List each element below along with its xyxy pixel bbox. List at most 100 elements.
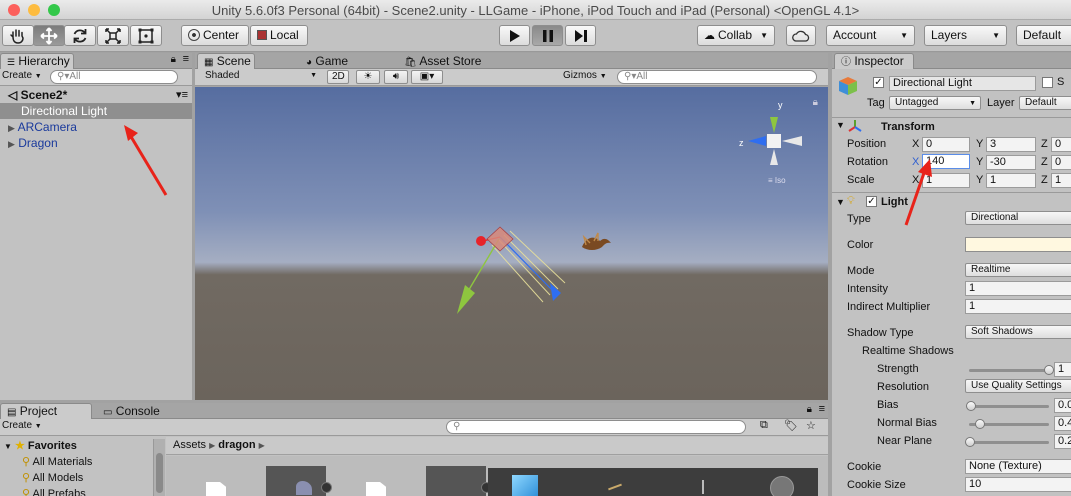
- normal-bias-slider-handle[interactable]: [974, 419, 985, 429]
- project-search-input[interactable]: ⚲: [446, 420, 746, 434]
- panel-menu-icon[interactable]: ≡: [183, 53, 189, 65]
- account-dropdown[interactable]: Account ▼: [826, 25, 915, 46]
- project-create-dropdown[interactable]: Create ▼: [2, 420, 42, 431]
- tab-hierarchy[interactable]: ☰ Hierarchy: [0, 53, 74, 69]
- toggle-2d-button[interactable]: 2D: [327, 70, 349, 84]
- cloud-services-button[interactable]: [786, 25, 816, 46]
- position-y-field[interactable]: 3: [986, 137, 1036, 152]
- near-plane-slider-track[interactable]: [969, 441, 1049, 444]
- light-color-swatch[interactable]: [965, 237, 1071, 252]
- tag-dropdown[interactable]: Untagged ▼: [889, 96, 981, 110]
- rect-tool-button[interactable]: [130, 25, 162, 46]
- expand-arrow-icon[interactable]: ▶: [8, 123, 15, 133]
- mesh-cube-icon[interactable]: [512, 475, 538, 496]
- scene-root-row[interactable]: ◁ Scene2* ▾≡: [0, 87, 192, 103]
- favorite-item-all-materials[interactable]: ⚲ All Materials: [22, 455, 92, 468]
- filter-by-type-icon[interactable]: ⧉: [760, 419, 768, 432]
- scene-effects-dropdown[interactable]: ▣▾: [411, 70, 443, 84]
- strength-slider-track[interactable]: [969, 369, 1049, 372]
- shadow-type-dropdown[interactable]: Soft Shadows: [965, 325, 1071, 339]
- scrollbar-thumb[interactable]: [156, 453, 163, 493]
- bias-slider-track[interactable]: [969, 405, 1049, 408]
- file-icon[interactable]: [206, 482, 226, 496]
- hand-tool-button[interactable]: [2, 25, 34, 46]
- scene-viewport[interactable]: y z ≡ Iso 🔒︎: [195, 87, 828, 400]
- scene-audio-toggle[interactable]: 🔊︎: [384, 70, 408, 84]
- scale-tool-button[interactable]: [97, 25, 129, 46]
- shading-mode-dropdown[interactable]: Shaded ▼: [205, 70, 317, 81]
- dragon-model-icon[interactable]: [578, 231, 614, 257]
- rotation-y-field[interactable]: -30: [986, 155, 1036, 170]
- scene-lighting-toggle[interactable]: ☀: [356, 70, 380, 84]
- layer-dropdown[interactable]: Default: [1019, 96, 1071, 110]
- favorites-star-icon[interactable]: ☆: [806, 419, 816, 432]
- hierarchy-item-directional-light[interactable]: Directional Light: [0, 103, 192, 119]
- light-mode-dropdown[interactable]: Realtime: [965, 263, 1071, 277]
- static-checkbox[interactable]: [1042, 77, 1053, 88]
- lock-icon[interactable]: 🔒︎: [807, 404, 812, 415]
- tab-project[interactable]: ▤ Project: [0, 403, 92, 419]
- near-plane-slider-handle[interactable]: [964, 437, 975, 447]
- expand-asset-icon[interactable]: [321, 482, 332, 493]
- object-name-field[interactable]: Directional Light: [889, 76, 1036, 91]
- file-icon[interactable]: [366, 482, 386, 496]
- layout-dropdown[interactable]: Default: [1016, 25, 1071, 46]
- play-button[interactable]: [499, 25, 530, 46]
- scale-y-field[interactable]: 1: [986, 173, 1036, 188]
- breadcrumb-dragon[interactable]: dragon: [218, 439, 255, 451]
- indirect-multiplier-field[interactable]: 1: [965, 299, 1071, 314]
- scale-z-field[interactable]: 1: [1051, 173, 1071, 188]
- light-enabled-checkbox[interactable]: ✓: [866, 196, 877, 207]
- bone-icon[interactable]: [702, 480, 704, 494]
- cookie-size-field[interactable]: 10: [965, 477, 1071, 492]
- hierarchy-search-input[interactable]: ⚲▾All: [50, 70, 178, 84]
- scene-search-input[interactable]: ⚲▾All: [617, 70, 817, 84]
- bone-icon[interactable]: [608, 483, 622, 491]
- light-foldout-arrow-icon[interactable]: ▼: [836, 197, 845, 207]
- active-checkbox[interactable]: ✓: [873, 77, 884, 88]
- position-x-field[interactable]: 0: [922, 137, 970, 152]
- panel-menu-icon[interactable]: ≡: [819, 403, 825, 415]
- move-tool-button[interactable]: [33, 25, 65, 46]
- gizmos-dropdown[interactable]: Gizmos ▼: [563, 70, 607, 81]
- bias-field[interactable]: 0.05: [1054, 398, 1071, 413]
- favorites-scrollbar[interactable]: [153, 439, 165, 496]
- favorite-item-all-models[interactable]: ⚲ All Models: [22, 471, 83, 484]
- asset-thumbnail[interactable]: [266, 466, 332, 496]
- gizmo-lock-icon[interactable]: 🔒︎: [813, 97, 818, 108]
- collab-dropdown[interactable]: ☁ Collab ▼: [697, 25, 775, 46]
- pivot-local-button[interactable]: Local: [250, 25, 308, 46]
- pause-button[interactable]: [532, 25, 563, 46]
- breadcrumb-assets[interactable]: Assets: [173, 439, 206, 451]
- lock-icon[interactable]: 🔒︎: [171, 54, 176, 65]
- bias-slider-handle[interactable]: [966, 401, 976, 411]
- tab-inspector[interactable]: ⓘ Inspector: [834, 53, 914, 69]
- position-z-field[interactable]: 0: [1051, 137, 1071, 152]
- tab-asset-store[interactable]: 🛍︎ Asset Store: [397, 53, 487, 69]
- layers-dropdown[interactable]: Layers ▼: [924, 25, 1007, 46]
- light-type-dropdown[interactable]: Directional: [965, 211, 1071, 225]
- normal-bias-field[interactable]: 0.4: [1054, 416, 1071, 431]
- directional-light-gizmo[interactable]: [455, 217, 580, 342]
- favorite-item-all-prefabs[interactable]: ⚲ All Prefabs: [22, 487, 86, 496]
- expand-arrow-icon[interactable]: ▶: [8, 139, 15, 149]
- resolution-dropdown[interactable]: Use Quality Settings: [965, 379, 1071, 393]
- step-button[interactable]: [565, 25, 596, 46]
- pivot-center-button[interactable]: Center: [181, 25, 249, 46]
- strength-field[interactable]: 1: [1054, 362, 1071, 377]
- near-plane-field[interactable]: 0.2: [1054, 434, 1071, 449]
- tab-scene[interactable]: ▦ Scene: [197, 53, 255, 69]
- scene-orientation-gizmo[interactable]: y z ≡ Iso: [732, 95, 814, 191]
- cookie-field[interactable]: None (Texture): [965, 459, 1071, 474]
- tab-game[interactable]: ◕ Game: [299, 53, 359, 69]
- transform-foldout-arrow-icon[interactable]: ▼: [836, 120, 845, 130]
- rotation-z-field[interactable]: 0: [1051, 155, 1071, 170]
- asset-thumbnail[interactable]: [426, 466, 492, 496]
- hierarchy-create-dropdown[interactable]: Create ▼: [2, 70, 42, 81]
- tab-console[interactable]: ▭ Console: [96, 403, 176, 419]
- filter-by-label-icon[interactable]: 🏷︎: [784, 419, 798, 432]
- favorites-header[interactable]: ▼ ★ Favorites: [4, 439, 77, 452]
- rotate-tool-button[interactable]: [64, 25, 96, 46]
- intensity-field[interactable]: 1: [965, 281, 1071, 296]
- scene-menu-icon[interactable]: ▾≡: [176, 87, 188, 103]
